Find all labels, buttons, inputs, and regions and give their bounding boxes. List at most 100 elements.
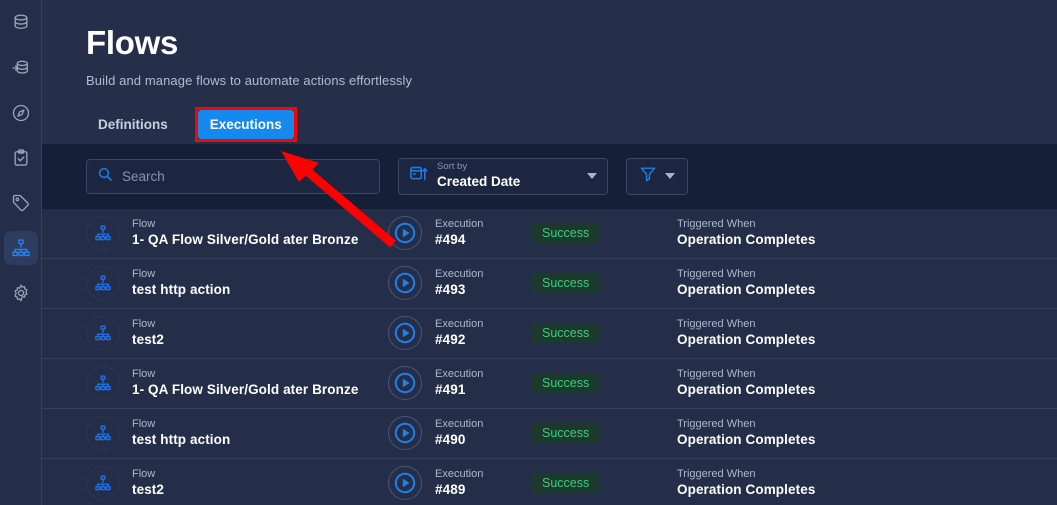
row-trigger-value: Operation Completes bbox=[677, 432, 816, 448]
row-execution-texts: Execution #489 bbox=[435, 467, 483, 500]
search-input[interactable] bbox=[122, 168, 369, 184]
row-trigger-cell: Triggered When Operation Completes bbox=[677, 217, 1057, 250]
row-execution-cell: Execution #493 bbox=[388, 266, 532, 301]
row-status-cell: Success bbox=[532, 323, 677, 344]
table-row[interactable]: Flow 1- QA Flow Silver/Gold ater Bronze Ex… bbox=[42, 358, 1057, 409]
play-button-icon[interactable] bbox=[388, 416, 422, 451]
filter-chevron-down-icon[interactable] bbox=[665, 173, 675, 180]
table-row[interactable]: Flow test2 Execution #492 Success Triggered W… bbox=[42, 308, 1057, 359]
row-execution-number: #490 bbox=[435, 432, 466, 448]
row-trigger-value: Operation Completes bbox=[677, 232, 816, 248]
row-status-cell: Success bbox=[532, 373, 677, 394]
row-execution-texts: Execution #493 bbox=[435, 267, 483, 300]
row-flow-cell: Flow test2 bbox=[86, 466, 388, 501]
row-trigger-label: Triggered When bbox=[677, 267, 756, 280]
sort-by-value: Created Date bbox=[437, 174, 521, 190]
play-button-icon[interactable] bbox=[388, 266, 422, 301]
row-flow-cell: Flow test http action bbox=[86, 416, 388, 451]
page-title: Flows bbox=[86, 24, 179, 61]
sort-by-dropdown[interactable]: Sort by Created Date bbox=[398, 157, 608, 195]
row-trigger-value: Operation Completes bbox=[677, 482, 816, 498]
sitemap-icon bbox=[11, 238, 31, 258]
row-execution-label: Execution bbox=[435, 367, 484, 380]
row-flow-cell: Flow test http action bbox=[86, 266, 388, 301]
flow-sitemap-icon bbox=[86, 416, 120, 451]
play-button-icon[interactable] bbox=[388, 366, 422, 401]
flow-sitemap-icon bbox=[86, 216, 120, 251]
row-trigger-label: Triggered When bbox=[677, 417, 756, 430]
sidebar-item-settings[interactable] bbox=[4, 276, 38, 310]
row-flow-name: 1- QA Flow Silver/Gold ater Bronze bbox=[132, 382, 359, 398]
row-flow-texts: Flow test2 bbox=[132, 317, 164, 350]
row-trigger-value: Operation Completes bbox=[677, 282, 816, 298]
chevron-down-icon[interactable] bbox=[587, 173, 597, 180]
row-flow-texts: Flow test2 bbox=[132, 467, 164, 500]
row-flow-label: Flow bbox=[132, 267, 156, 280]
row-execution-texts: Execution #490 bbox=[435, 417, 483, 450]
row-flow-texts: Flow 1- QA Flow Silver/Gold ater Bronze bbox=[132, 367, 358, 400]
clipboard-check-icon bbox=[11, 148, 31, 168]
status-badge: Success bbox=[532, 373, 600, 394]
flow-sitemap-icon bbox=[86, 316, 120, 351]
row-execution-texts: Execution #492 bbox=[435, 317, 483, 350]
sidebar-item-tags[interactable] bbox=[4, 186, 38, 220]
sidebar-item-database[interactable] bbox=[4, 6, 38, 40]
tab-definitions-wrap: Definitions bbox=[86, 110, 180, 139]
row-flow-label: Flow bbox=[132, 217, 156, 230]
gear-icon bbox=[11, 283, 31, 303]
page-header: Flows Build and manage flows to automate… bbox=[42, 0, 1057, 144]
status-badge: Success bbox=[532, 273, 600, 294]
row-flow-cell: Flow 1- QA Flow Silver/Gold ater Bronze bbox=[86, 216, 388, 251]
row-execution-label: Execution bbox=[435, 217, 484, 230]
row-execution-number: #494 bbox=[435, 232, 466, 248]
sidebar bbox=[0, 0, 42, 505]
row-status-cell: Success bbox=[532, 223, 677, 244]
calendar-sort-icon bbox=[409, 164, 428, 188]
row-trigger-value: Operation Completes bbox=[677, 382, 816, 398]
table-row[interactable]: Flow test2 Execution #489 Success Triggered W… bbox=[42, 458, 1057, 505]
row-flow-label: Flow bbox=[132, 417, 156, 430]
row-execution-label: Execution bbox=[435, 267, 484, 280]
row-execution-cell: Execution #494 bbox=[388, 216, 532, 251]
row-flow-cell: Flow 1- QA Flow Silver/Gold ater Bronze bbox=[86, 366, 388, 401]
row-trigger-label: Triggered When bbox=[677, 367, 756, 380]
play-button-icon[interactable] bbox=[388, 216, 422, 251]
row-flow-name: test2 bbox=[132, 482, 165, 498]
tab-definitions[interactable]: Definitions bbox=[86, 110, 180, 139]
table-row[interactable]: Flow 1- QA Flow Silver/Gold ater Bronze Ex… bbox=[42, 208, 1057, 259]
row-flow-texts: Flow test http action bbox=[132, 417, 230, 450]
play-button-icon[interactable] bbox=[388, 316, 422, 351]
row-execution-label: Execution bbox=[435, 317, 484, 330]
flow-sitemap-icon bbox=[86, 266, 120, 301]
sort-by-label: Sort by bbox=[437, 161, 468, 173]
tab-executions[interactable]: Executions bbox=[197, 110, 294, 140]
page-subtitle: Build and manage flows to automate actio… bbox=[86, 72, 413, 88]
row-flow-texts: Flow test http action bbox=[132, 267, 230, 300]
table-row[interactable]: Flow test http action Execution #493 Success… bbox=[42, 258, 1057, 309]
row-execution-cell: Execution #490 bbox=[388, 416, 532, 451]
filter-dropdown[interactable] bbox=[626, 157, 688, 195]
play-button-icon[interactable] bbox=[388, 466, 422, 501]
row-flow-texts: Flow 1- QA Flow Silver/Gold ater Bronze bbox=[132, 217, 358, 250]
sidebar-item-database-import[interactable] bbox=[4, 51, 38, 85]
row-flow-label: Flow bbox=[132, 467, 156, 480]
search-box[interactable] bbox=[86, 158, 380, 194]
row-execution-number: #493 bbox=[435, 282, 466, 298]
table-row[interactable]: Flow test http action Execution #490 Success… bbox=[42, 408, 1057, 459]
executions-list: Flow 1- QA Flow Silver/Gold ater Bronze Ex… bbox=[42, 208, 1057, 505]
sidebar-item-compass[interactable] bbox=[4, 96, 38, 130]
status-badge: Success bbox=[532, 473, 600, 494]
row-execution-number: #491 bbox=[435, 382, 466, 398]
row-flow-label: Flow bbox=[132, 317, 156, 330]
row-status-cell: Success bbox=[532, 473, 677, 494]
sidebar-item-flows[interactable] bbox=[3, 231, 38, 265]
row-execution-cell: Execution #489 bbox=[388, 466, 532, 501]
row-status-cell: Success bbox=[532, 273, 677, 294]
sort-by-texts: Sort by Created Date bbox=[437, 161, 578, 190]
row-trigger-cell: Triggered When Operation Completes bbox=[677, 467, 1057, 500]
row-execution-cell: Execution #492 bbox=[388, 316, 532, 351]
row-status-cell: Success bbox=[532, 423, 677, 444]
main-content: Flows Build and manage flows to automate… bbox=[42, 0, 1057, 505]
sidebar-item-tasks[interactable] bbox=[4, 141, 38, 175]
tab-bar: Definitions Executions bbox=[86, 106, 1057, 144]
